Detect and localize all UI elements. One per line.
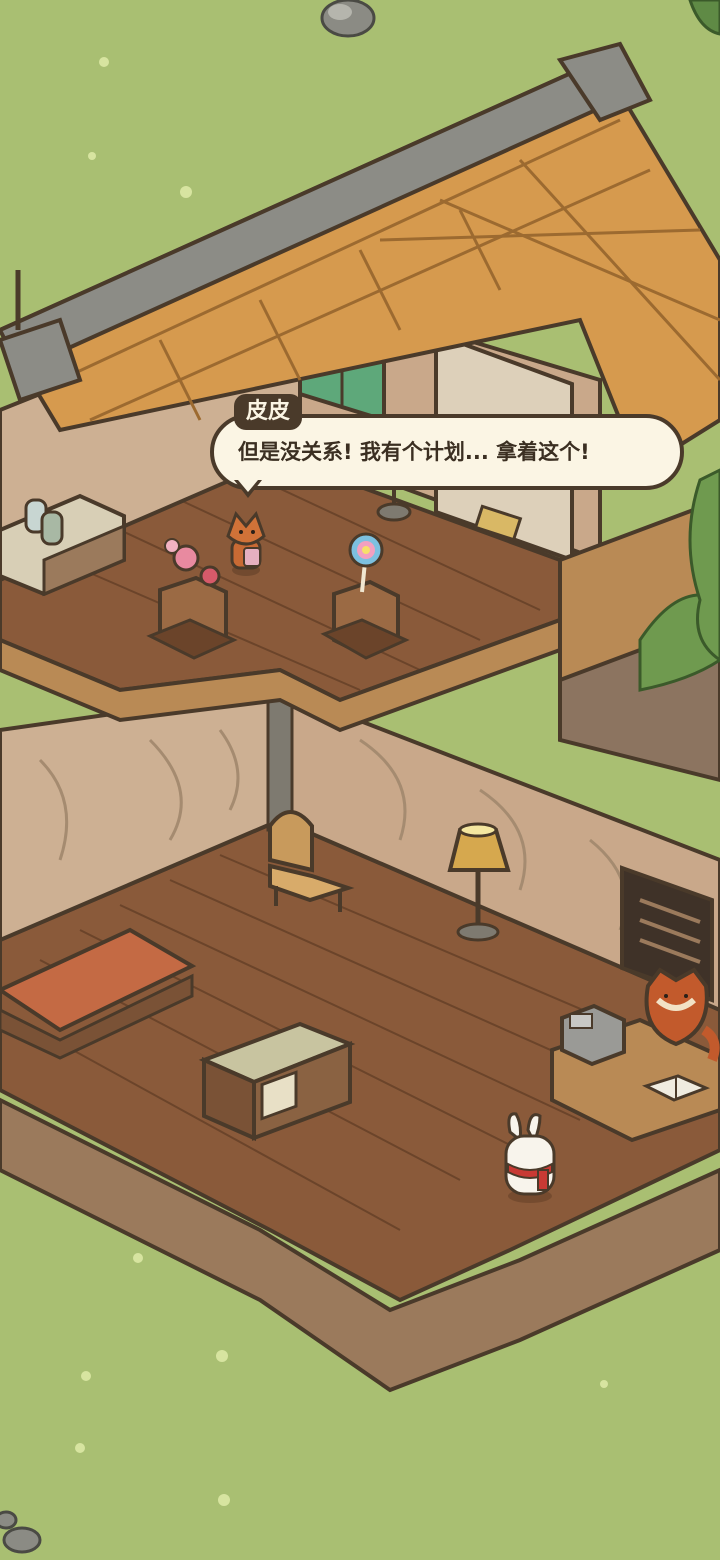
cash-register-icon[interactable] [560,1003,626,1067]
stone-top [320,0,376,38]
game-scene[interactable] [0,0,720,1560]
dialog-text: 但是没关系! 我有个计划... 拿着这个! [238,440,590,464]
dialog-bubble[interactable]: 皮皮 但是没关系! 我有个计划... 拿着这个! [210,394,684,498]
